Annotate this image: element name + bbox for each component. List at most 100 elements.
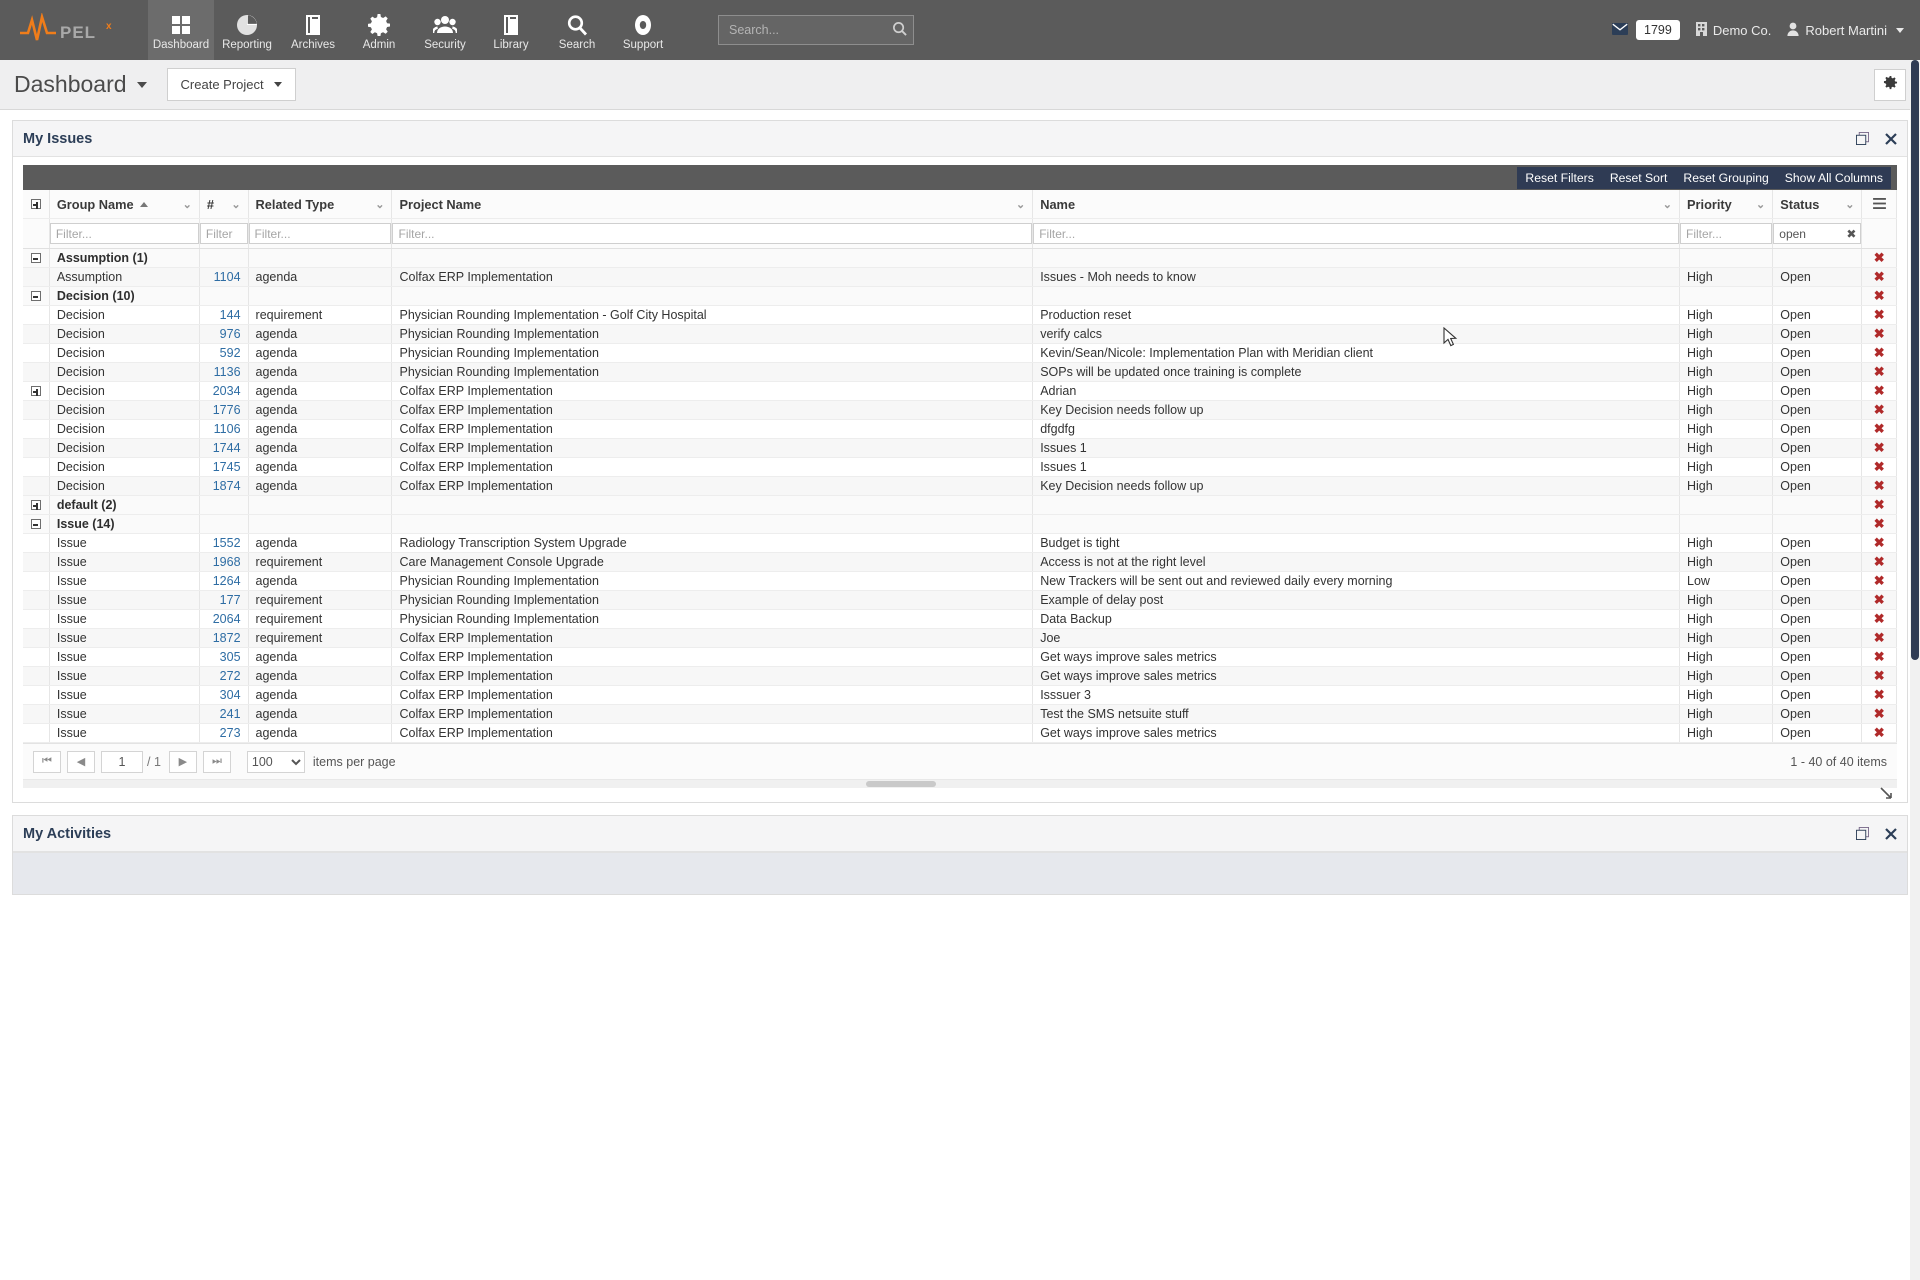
app-logo[interactable]: PEL x bbox=[0, 0, 148, 60]
issue-number-link[interactable]: 1872 bbox=[213, 631, 241, 645]
delete-row-cell[interactable]: ✖ bbox=[1861, 628, 1897, 648]
row-expander-cell[interactable] bbox=[23, 362, 50, 382]
grid-data-row[interactable]: Issue 1872 requirement Colfax ERP Implement… bbox=[23, 628, 1897, 648]
cell-number[interactable]: 1552 bbox=[199, 533, 249, 553]
delete-row-cell[interactable]: ✖ bbox=[1861, 552, 1897, 572]
restore-window-icon[interactable] bbox=[1856, 132, 1869, 145]
row-expander-cell[interactable] bbox=[23, 457, 50, 477]
page-size-select[interactable]: 102050100 bbox=[246, 750, 305, 773]
delete-x-icon[interactable]: ✖ bbox=[1862, 287, 1896, 305]
grid-data-row[interactable]: Decision 1745 agenda Colfax ERP Implementat… bbox=[23, 457, 1897, 477]
grid-data-row[interactable]: Decision 592 agenda Physician Rounding Impl… bbox=[23, 343, 1897, 363]
last-page-button[interactable]: ⏭ bbox=[202, 750, 231, 773]
issue-number-link[interactable]: 177 bbox=[220, 593, 241, 607]
delete-x-icon[interactable]: ✖ bbox=[1862, 667, 1896, 685]
delete-row-cell[interactable]: ✖ bbox=[1861, 476, 1897, 496]
grid-data-row[interactable]: Issue 1552 agenda Radiology Transcription S… bbox=[23, 533, 1897, 553]
group-expander-cell[interactable] bbox=[23, 514, 50, 534]
nav-item-dashboard[interactable]: Dashboard bbox=[148, 0, 214, 60]
row-expander-cell[interactable] bbox=[23, 533, 50, 553]
dashboard-settings-button[interactable] bbox=[1874, 69, 1906, 101]
issue-number-link[interactable]: 272 bbox=[220, 669, 241, 683]
delete-x-icon[interactable]: ✖ bbox=[1862, 629, 1896, 647]
grid-data-row[interactable]: Issue 304 agenda Colfax ERP Implementation I… bbox=[23, 685, 1897, 705]
cell-number[interactable]: 1874 bbox=[199, 476, 249, 496]
delete-x-icon[interactable]: ✖ bbox=[1862, 534, 1896, 552]
grid-group-row[interactable]: default (2) ✖ bbox=[23, 495, 1897, 515]
grid-data-row[interactable]: Decision 1744 agenda Colfax ERP Implementat… bbox=[23, 438, 1897, 458]
delete-row-cell[interactable]: ✖ bbox=[1861, 609, 1897, 629]
grid-data-row[interactable]: Issue 272 agenda Colfax ERP Implementation G… bbox=[23, 666, 1897, 686]
grid-data-row[interactable]: Decision 976 agenda Physician Rounding Impl… bbox=[23, 324, 1897, 344]
cell-number[interactable]: 1104 bbox=[199, 267, 249, 287]
delete-row-cell[interactable]: ✖ bbox=[1861, 666, 1897, 686]
delete-x-icon[interactable]: ✖ bbox=[1862, 268, 1896, 286]
search-icon[interactable] bbox=[892, 21, 907, 39]
cell-number[interactable]: 1136 bbox=[199, 362, 249, 382]
grid-data-row[interactable]: Issue 1968 requirement Care Management Cons… bbox=[23, 552, 1897, 572]
delete-x-icon[interactable]: ✖ bbox=[1862, 439, 1896, 457]
hamburger-icon[interactable] bbox=[1872, 197, 1886, 212]
column-header-status[interactable]: Status ⌄ bbox=[1772, 190, 1863, 219]
issue-number-link[interactable]: 304 bbox=[220, 688, 241, 702]
delete-x-icon[interactable]: ✖ bbox=[1862, 724, 1896, 742]
delete-row-cell[interactable]: ✖ bbox=[1861, 267, 1897, 287]
issue-number-link[interactable]: 1744 bbox=[213, 441, 241, 455]
delete-x-icon[interactable]: ✖ bbox=[1862, 553, 1896, 571]
delete-row-cell[interactable]: ✖ bbox=[1861, 723, 1897, 743]
delete-row-cell[interactable]: ✖ bbox=[1861, 533, 1897, 553]
delete-row-cell[interactable]: ✖ bbox=[1861, 704, 1897, 724]
issue-number-link[interactable]: 241 bbox=[220, 707, 241, 721]
row-expander-cell[interactable] bbox=[23, 704, 50, 724]
issue-number-link[interactable]: 1745 bbox=[213, 460, 241, 474]
cell-number[interactable]: 1264 bbox=[199, 571, 249, 591]
column-header-group-name[interactable]: Group Name ⌄ bbox=[49, 190, 200, 219]
row-expander-cell[interactable] bbox=[23, 419, 50, 439]
cell-number[interactable]: 1106 bbox=[199, 419, 249, 439]
row-expander-cell[interactable] bbox=[23, 723, 50, 743]
delete-x-icon[interactable]: ✖ bbox=[1862, 382, 1896, 400]
restore-window-icon[interactable] bbox=[1856, 827, 1869, 840]
grid-data-row[interactable]: Issue 241 agenda Colfax ERP Implementation T… bbox=[23, 704, 1897, 724]
grid-data-row[interactable]: Decision 144 requirement Physician Rounding… bbox=[23, 305, 1897, 325]
filter-input-priority[interactable] bbox=[1680, 223, 1773, 244]
issue-number-link[interactable]: 1106 bbox=[214, 422, 241, 436]
row-expander-cell[interactable] bbox=[23, 571, 50, 591]
nav-item-archives[interactable]: Archives bbox=[280, 0, 346, 60]
grid-data-row[interactable]: Issue 1264 agenda Physician Rounding Implem… bbox=[23, 571, 1897, 591]
grid-data-row[interactable]: Decision 1136 agenda Physician Rounding Imp… bbox=[23, 362, 1897, 382]
page-scrollbar[interactable] bbox=[1910, 60, 1920, 1280]
delete-row-cell[interactable]: ✖ bbox=[1861, 685, 1897, 705]
delete-row-cell[interactable]: ✖ bbox=[1861, 400, 1897, 420]
row-expander-cell[interactable] bbox=[23, 305, 50, 325]
reset-grouping-button[interactable]: Reset Grouping bbox=[1675, 171, 1776, 185]
expand-all-header[interactable] bbox=[23, 190, 50, 219]
delete-row-cell[interactable]: ✖ bbox=[1861, 514, 1897, 534]
page-scrollbar-thumb[interactable] bbox=[1911, 60, 1919, 660]
nav-item-support[interactable]: Support bbox=[610, 0, 676, 60]
cell-number[interactable]: 1745 bbox=[199, 457, 249, 477]
filter-cell-group-name[interactable] bbox=[49, 218, 200, 249]
row-expander-cell[interactable] bbox=[23, 590, 50, 610]
grid-data-row[interactable]: Decision 1776 agenda Colfax ERP Implementat… bbox=[23, 400, 1897, 420]
row-expander-cell[interactable] bbox=[23, 609, 50, 629]
delete-x-icon[interactable]: ✖ bbox=[1862, 420, 1896, 438]
chevron-down-icon[interactable]: ⌄ bbox=[1750, 198, 1765, 211]
delete-x-icon[interactable]: ✖ bbox=[1862, 496, 1896, 514]
grid-data-row[interactable]: Issue 273 agenda Colfax ERP Implementation G… bbox=[23, 723, 1897, 743]
nav-item-library[interactable]: Library bbox=[478, 0, 544, 60]
delete-x-icon[interactable]: ✖ bbox=[1862, 477, 1896, 495]
filter-cell-status[interactable]: open ✖ bbox=[1772, 218, 1863, 249]
cell-number[interactable]: 1776 bbox=[199, 400, 249, 420]
user-menu[interactable]: Robert Martini bbox=[1787, 22, 1904, 39]
reset-sort-button[interactable]: Reset Sort bbox=[1602, 171, 1676, 185]
issue-number-link[interactable]: 1552 bbox=[213, 536, 241, 550]
delete-row-cell[interactable]: ✖ bbox=[1861, 248, 1897, 268]
filter-input-number[interactable] bbox=[199, 223, 248, 244]
delete-x-icon[interactable]: ✖ bbox=[1862, 306, 1896, 324]
grid-data-row[interactable]: Decision 1106 agenda Colfax ERP Implementat… bbox=[23, 419, 1897, 439]
column-header-project-name[interactable]: Project Name ⌄ bbox=[391, 190, 1034, 219]
column-header-related-type[interactable]: Related Type ⌄ bbox=[248, 190, 393, 219]
prev-page-button[interactable]: ◀ bbox=[67, 750, 95, 773]
collapse-group-icon[interactable] bbox=[30, 253, 41, 263]
